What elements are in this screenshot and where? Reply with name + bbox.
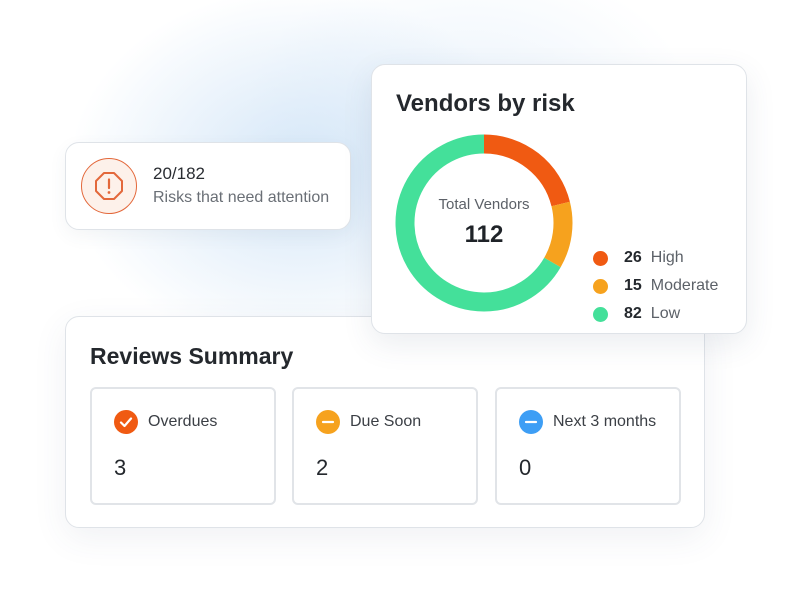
- legend-label: Low: [650, 305, 681, 322]
- legend-item-low[interactable]: 82 Low: [593, 302, 680, 326]
- legend-value: 82: [624, 305, 642, 322]
- tile-value: 3: [114, 455, 127, 480]
- reviews-summary-title: Reviews Summary: [90, 343, 294, 369]
- legend-item-high[interactable]: 26 High: [593, 246, 684, 270]
- risk-label: Risks that need attention: [153, 189, 330, 206]
- tile-value: 0: [519, 455, 532, 480]
- legend-dot: [593, 250, 608, 266]
- review-tile-due-soon[interactable]: Due Soon 2: [292, 387, 478, 505]
- vendors-by-risk-card: Vendors by risk Total Vendors 112 26 Hig…: [371, 64, 747, 334]
- check-circle-icon: [114, 410, 138, 434]
- donut-center-label: Total Vendors: [438, 196, 530, 213]
- legend-value: 15: [624, 277, 642, 294]
- vendors-title: Vendors by risk: [396, 90, 575, 117]
- risks-attention-card[interactable]: 20/182 Risks that need attention: [65, 142, 351, 230]
- donut-center-total: 112: [464, 221, 504, 248]
- legend-dot: [593, 278, 608, 294]
- legend-label: High: [650, 249, 684, 266]
- reviews-summary-card: Reviews Summary Overdues 3 Due Soon 2 Ne…: [65, 316, 705, 528]
- minus-circle-icon: [316, 410, 340, 434]
- octagon-alert-icon: [81, 158, 137, 214]
- review-tile-overdues[interactable]: Overdues 3: [90, 387, 276, 505]
- tile-label: Due Soon: [350, 413, 422, 430]
- tile-label: Overdues: [148, 413, 218, 430]
- risk-count: 20/182: [153, 164, 205, 183]
- legend-value: 26: [624, 249, 642, 266]
- legend-dot: [593, 306, 608, 322]
- legend-item-moderate[interactable]: 15 Moderate: [593, 274, 718, 298]
- tile-value: 2: [316, 455, 329, 480]
- tile-label: Next 3 months: [553, 413, 657, 430]
- review-tile-next-3-months[interactable]: Next 3 months 0: [495, 387, 681, 505]
- legend-label: Moderate: [650, 277, 719, 294]
- minus-circle-icon: [519, 410, 543, 434]
